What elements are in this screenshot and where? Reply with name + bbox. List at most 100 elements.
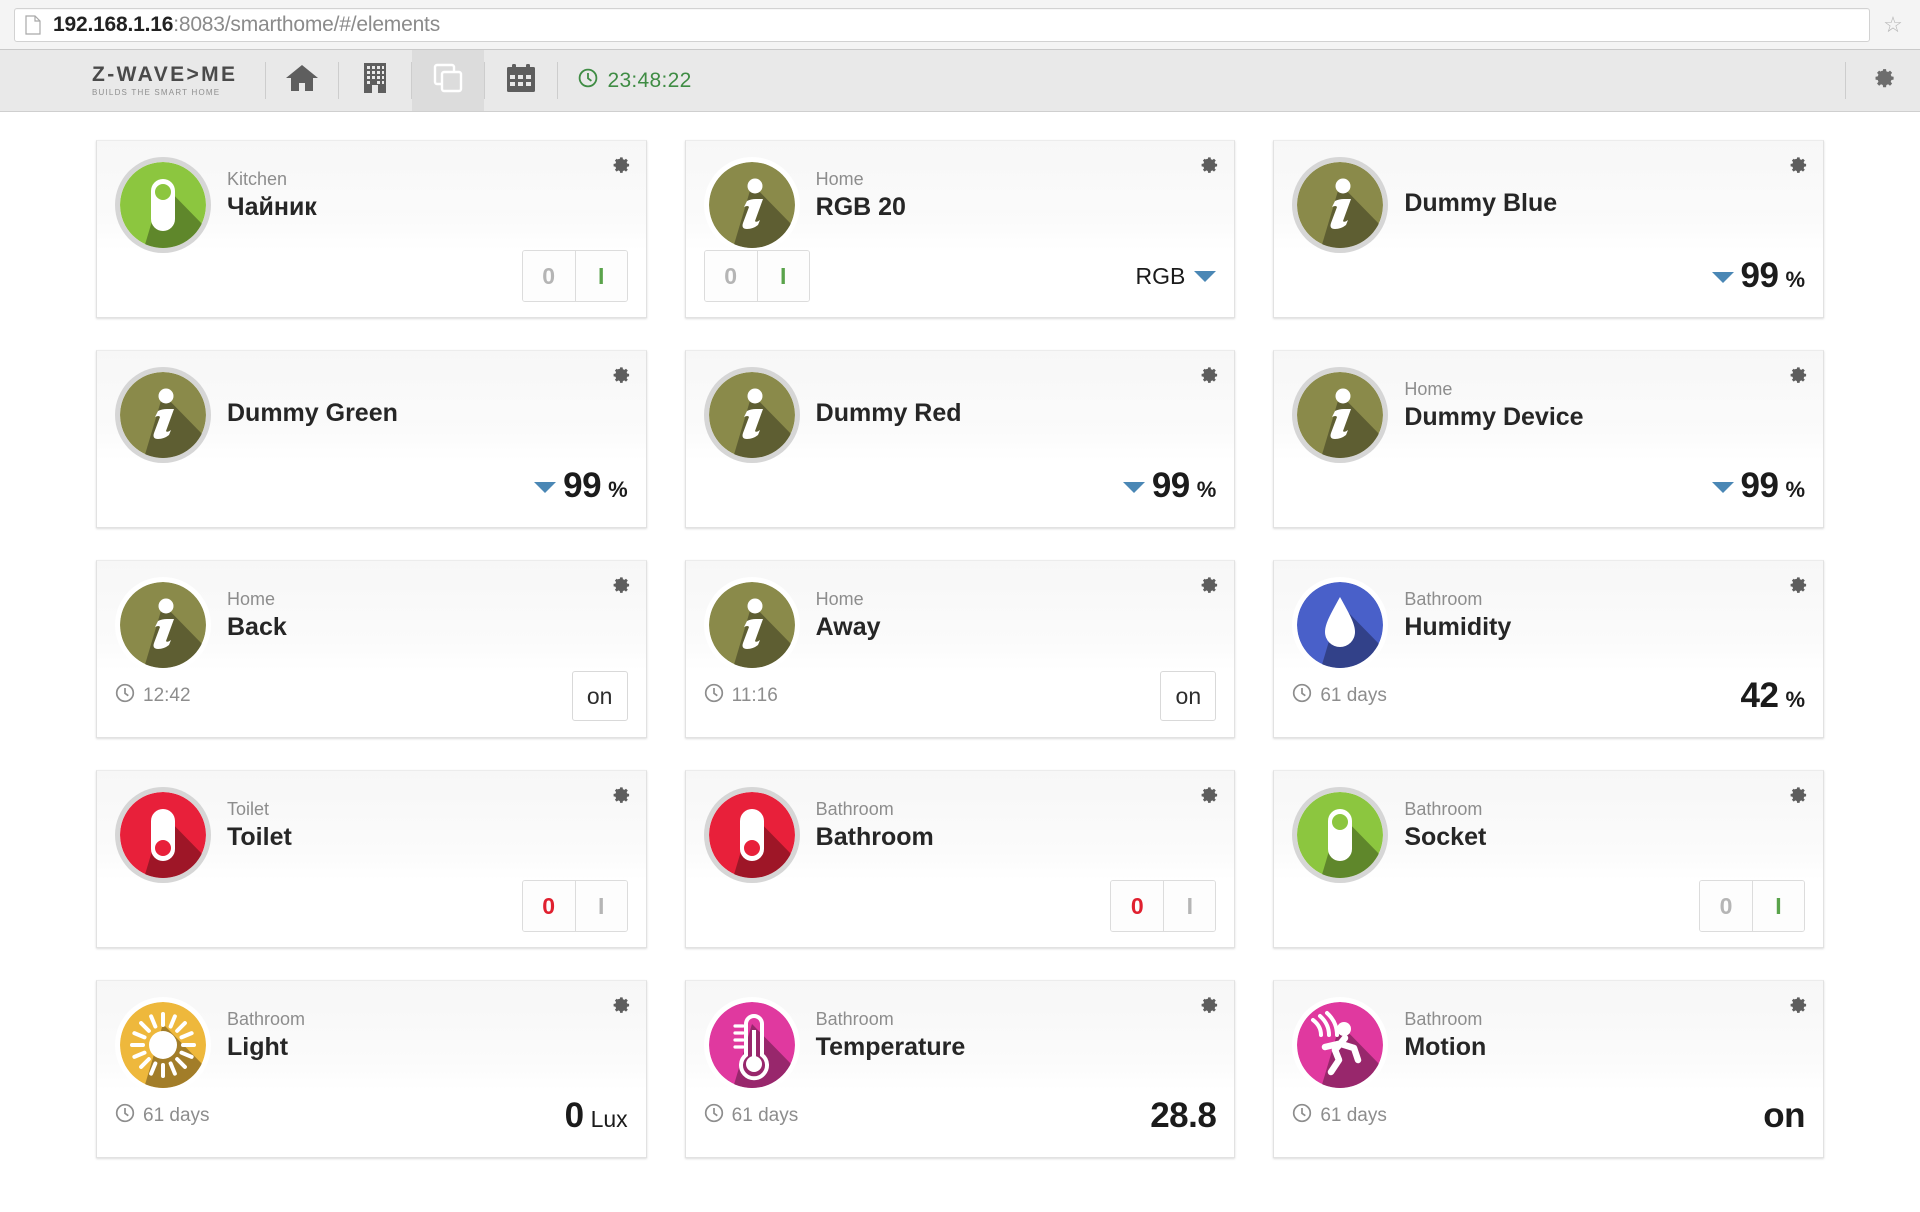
device-card[interactable]: Home RGB 20 0 I RGB (684, 140, 1236, 318)
card-settings-button[interactable] (1196, 363, 1220, 387)
level-down-arrow-icon[interactable] (1711, 482, 1734, 493)
sensor-readout: 28.8 (1150, 1096, 1217, 1136)
nav-item-rooms[interactable] (339, 50, 411, 111)
sensor-value: on (1763, 1096, 1805, 1135)
level-down-arrow-icon[interactable] (1122, 482, 1145, 493)
level-down-arrow-icon[interactable] (534, 482, 557, 493)
device-card[interactable]: Home Away 11:16 on (684, 560, 1236, 738)
star-icon[interactable]: ☆ (1880, 12, 1906, 38)
toggle-on-button[interactable]: I (756, 251, 809, 301)
info-icon (708, 162, 795, 248)
device-card[interactable]: Dummy Green 99% (96, 350, 647, 528)
device-room-label: Bathroom (815, 799, 894, 819)
level-value: 99 (1740, 466, 1779, 505)
power-toggle[interactable]: 0I (1699, 880, 1805, 932)
toggle-on-button[interactable]: I (574, 251, 627, 301)
card-settings-button[interactable] (1785, 573, 1809, 597)
toggle-on-button[interactable]: I (1752, 881, 1804, 931)
card-settings-button[interactable] (1196, 993, 1220, 1017)
sensor-readout: on (1763, 1096, 1805, 1136)
device-card[interactable]: Toilet Toilet 0 I (96, 770, 647, 948)
toggle-off-button[interactable]: 0 (522, 251, 575, 301)
level-readout[interactable]: 99% (1122, 466, 1216, 506)
device-name: Toilet (227, 823, 292, 852)
level-unit: % (1785, 477, 1805, 502)
sensor-readout: 42% (1741, 676, 1806, 716)
level-readout[interactable]: 99% (1711, 256, 1805, 296)
sensor-value: 28.8 (1150, 1096, 1217, 1135)
rgb-selector[interactable]: RGB (1135, 263, 1217, 290)
card-settings-button[interactable] (608, 573, 632, 597)
card-settings-button[interactable] (1785, 783, 1809, 807)
toggle-off-button[interactable]: 0 (1111, 881, 1164, 931)
gear-icon (1196, 157, 1220, 181)
card-settings-button[interactable] (1785, 153, 1809, 177)
device-card[interactable]: Home Back 12:42 on (96, 560, 647, 738)
card-settings-button[interactable] (1785, 363, 1809, 387)
device-card[interactable]: Dummy Blue 99% (1273, 140, 1824, 318)
nav-item-elements[interactable] (412, 50, 485, 111)
url-input[interactable]: 192.168.1.16:8083/smarthome/#/elements (14, 7, 1870, 42)
info-icon (708, 372, 795, 458)
device-room-label: Bathroom (1404, 1009, 1483, 1029)
device-card[interactable]: Bathroom Bathroom 0 I (684, 770, 1236, 948)
toggle-off-button[interactable]: 0 (522, 881, 575, 931)
device-card[interactable]: Home Dummy Device 99% (1273, 350, 1824, 528)
toggle-on-button[interactable]: I (574, 881, 627, 931)
device-card[interactable]: Bathroom Light 61 days 0 Lux (96, 980, 647, 1158)
device-card[interactable]: Dummy Red 99% (684, 350, 1236, 528)
device-timestamp: 61 days (704, 1103, 799, 1129)
device-card[interactable]: Bathroom Motion 61 days on (1273, 980, 1824, 1158)
device-card[interactable]: Bathroom Humidity 61 days 42% (1273, 560, 1824, 738)
clock-icon (704, 683, 724, 709)
device-name: RGB 20 (815, 193, 906, 222)
power-toggle[interactable]: 0I (521, 250, 628, 302)
nav-item-home[interactable] (266, 50, 338, 111)
card-settings-button[interactable] (1196, 573, 1220, 597)
device-timestamp-text: 61 days (731, 1105, 799, 1126)
power-toggle[interactable]: 0I (1110, 880, 1217, 932)
app-toolbar: Z-WAVE>ME BUILDS THE SMART HOME 23:48:22 (0, 50, 1920, 112)
device-name: Bathroom (815, 823, 934, 852)
device-timestamp-text: 61 days (1320, 1105, 1387, 1126)
state-button[interactable]: on (1160, 671, 1217, 721)
device-name: Dummy Device (1404, 403, 1584, 432)
card-settings-button[interactable] (1196, 153, 1220, 177)
device-card[interactable]: Bathroom Temperature 61 days 28.8 (684, 980, 1236, 1158)
gear-icon (608, 157, 632, 181)
sensor-value: 0 (564, 1096, 584, 1135)
card-controls: 42% (1741, 676, 1806, 716)
toggle-off-button[interactable]: 0 (1700, 881, 1752, 931)
device-room-label: Bathroom (815, 1009, 894, 1029)
app-logo[interactable]: Z-WAVE>ME BUILDS THE SMART HOME (92, 50, 265, 111)
power-toggle[interactable]: 0I (703, 250, 810, 302)
card-settings-button[interactable] (608, 993, 632, 1017)
device-card[interactable]: Bathroom Socket 0 I (1273, 770, 1824, 948)
toggle-off-button[interactable]: 0 (704, 251, 757, 301)
level-down-arrow-icon[interactable] (1711, 272, 1734, 283)
level-readout[interactable]: 99% (1711, 466, 1805, 506)
level-readout[interactable]: 99% (534, 466, 628, 506)
card-settings-button[interactable] (1196, 783, 1220, 807)
card-settings-button[interactable] (608, 363, 632, 387)
device-timestamp-text: 11:16 (731, 685, 778, 706)
device-card[interactable]: Kitchen Чайник 0 I (96, 140, 647, 318)
gear-icon (1785, 997, 1809, 1021)
nav-item-events[interactable] (485, 50, 557, 111)
socket-off-icon (120, 792, 206, 878)
card-settings-button[interactable] (608, 783, 632, 807)
device-name: Dummy Green (227, 399, 398, 427)
device-room-label: Home (227, 589, 276, 609)
card-controls: 0I (1110, 880, 1217, 932)
card-controls: 28.8 (1150, 1096, 1217, 1136)
url-host: 192.168.1.16 (53, 12, 174, 36)
device-timestamp: 12:42 (115, 683, 191, 709)
toggle-on-button[interactable]: I (1163, 881, 1216, 931)
power-toggle[interactable]: 0I (521, 880, 628, 932)
socket-icon (120, 162, 206, 248)
settings-button[interactable] (1846, 50, 1920, 111)
state-button[interactable]: on (571, 671, 628, 721)
card-controls: RGB (1135, 263, 1217, 290)
card-settings-button[interactable] (1785, 993, 1809, 1017)
card-settings-button[interactable] (608, 153, 632, 177)
